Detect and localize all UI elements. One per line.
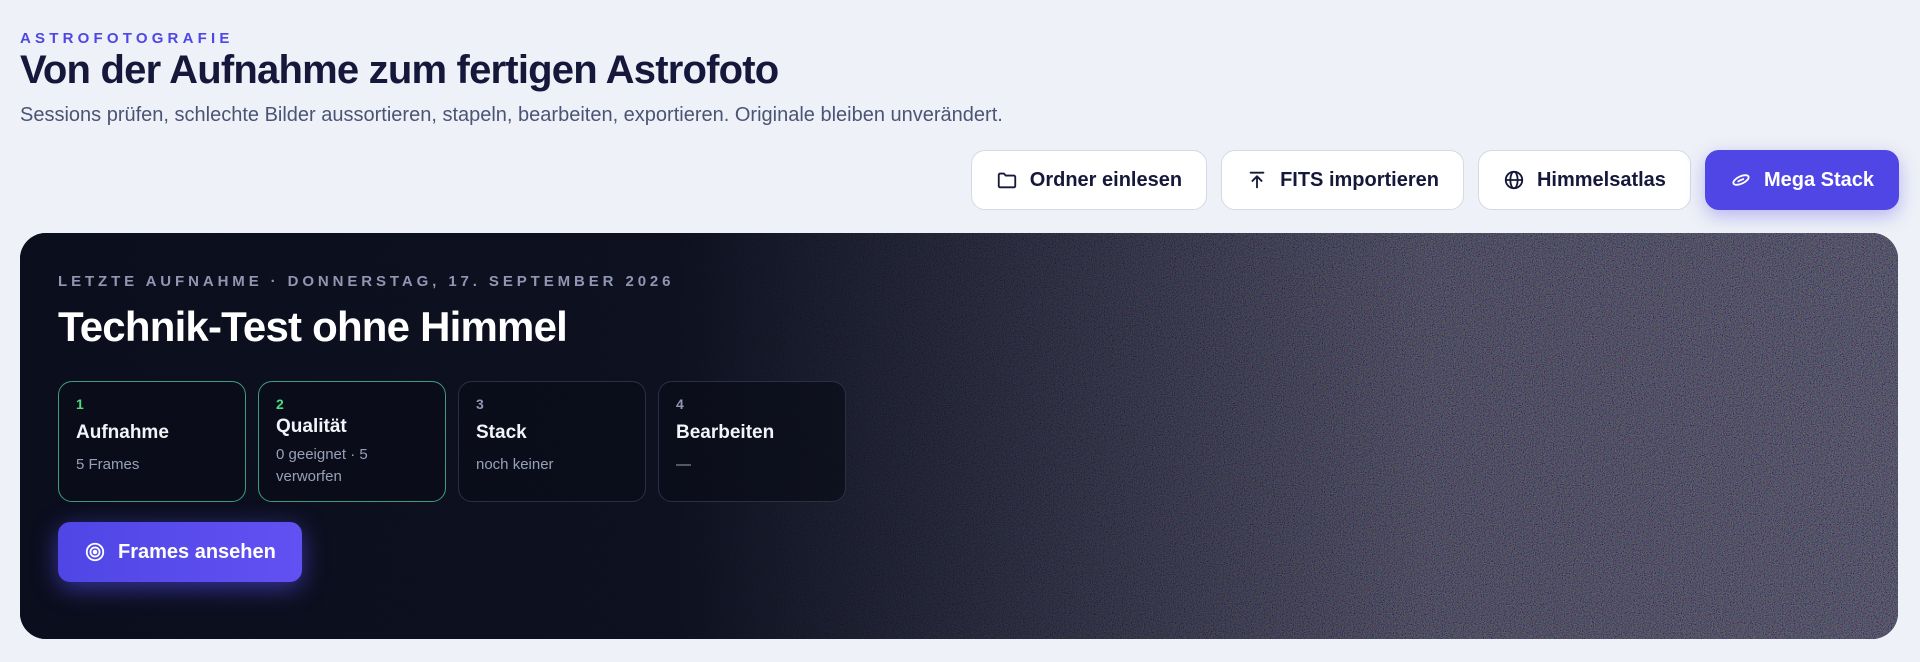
open-folder-button[interactable]: Ordner einlesen: [970, 150, 1208, 210]
mega-stack-button[interactable]: Mega Stack: [1704, 150, 1899, 210]
globe-icon: [1504, 170, 1524, 190]
sky-atlas-label: Himmelsatlas: [1536, 168, 1666, 191]
step-number: 1: [76, 396, 84, 412]
step-quality[interactable]: 2 Qualität 0 geeignet · 5 verworfen: [258, 381, 446, 502]
open-folder-label: Ordner einlesen: [1029, 168, 1183, 191]
step-label: Aufnahme: [76, 422, 169, 443]
workflow-steps: 1 Aufnahme 5 Frames 2 Qualität 0 geeigne…: [58, 381, 846, 502]
upload-icon: [1249, 171, 1265, 189]
import-fits-button[interactable]: FITS importieren: [1221, 150, 1464, 210]
step-number: 3: [476, 396, 484, 412]
step-detail: 0 geeignet · 5 verworfen: [276, 446, 368, 485]
step-number: 4: [676, 396, 684, 412]
page-subtitle: Sessions prüfen, schlechte Bilder aussor…: [20, 104, 1003, 126]
sky-atlas-button[interactable]: Himmelsatlas: [1477, 150, 1691, 210]
action-toolbar: Ordner einlesen FITS importieren Himmels…: [970, 150, 1899, 210]
step-detail: —: [676, 456, 691, 473]
step-stack[interactable]: 3 Stack noch keiner: [458, 381, 646, 502]
mega-stack-label: Mega Stack: [1763, 168, 1874, 191]
step-number: 2: [276, 396, 284, 412]
galaxy-icon: [1732, 174, 1750, 186]
step-label: Qualität: [276, 416, 347, 437]
step-detail: noch keiner: [476, 456, 554, 473]
step-edit[interactable]: 4 Bearbeiten —: [658, 381, 846, 502]
page-title: Von der Aufnahme zum fertigen Astrofoto: [20, 48, 779, 92]
session-title: Technik-Test ohne Himmel: [58, 303, 568, 350]
hero-content: LETZTE AUFNAHME · DONNERSTAG, 17. SEPTEM…: [58, 233, 958, 639]
step-capture[interactable]: 1 Aufnahme 5 Frames: [58, 381, 246, 502]
step-detail: 5 Frames: [76, 456, 140, 473]
section-eyebrow: ASTROFOTOGRAFIE: [20, 30, 234, 47]
view-frames-button[interactable]: Frames ansehen: [58, 522, 302, 582]
page: ASTROFOTOGRAFIE Von der Aufnahme zum fer…: [0, 0, 1920, 662]
import-fits-label: FITS importieren: [1280, 168, 1439, 191]
target-icon: [85, 542, 105, 562]
step-label: Stack: [476, 422, 527, 443]
folder-icon: [997, 172, 1016, 189]
last-session-date: LETZTE AUFNAHME · DONNERSTAG, 17. SEPTEM…: [58, 273, 675, 290]
step-label: Bearbeiten: [676, 422, 775, 443]
last-session-card: LETZTE AUFNAHME · DONNERSTAG, 17. SEPTEM…: [20, 233, 1898, 639]
view-frames-label: Frames ansehen: [118, 540, 276, 563]
